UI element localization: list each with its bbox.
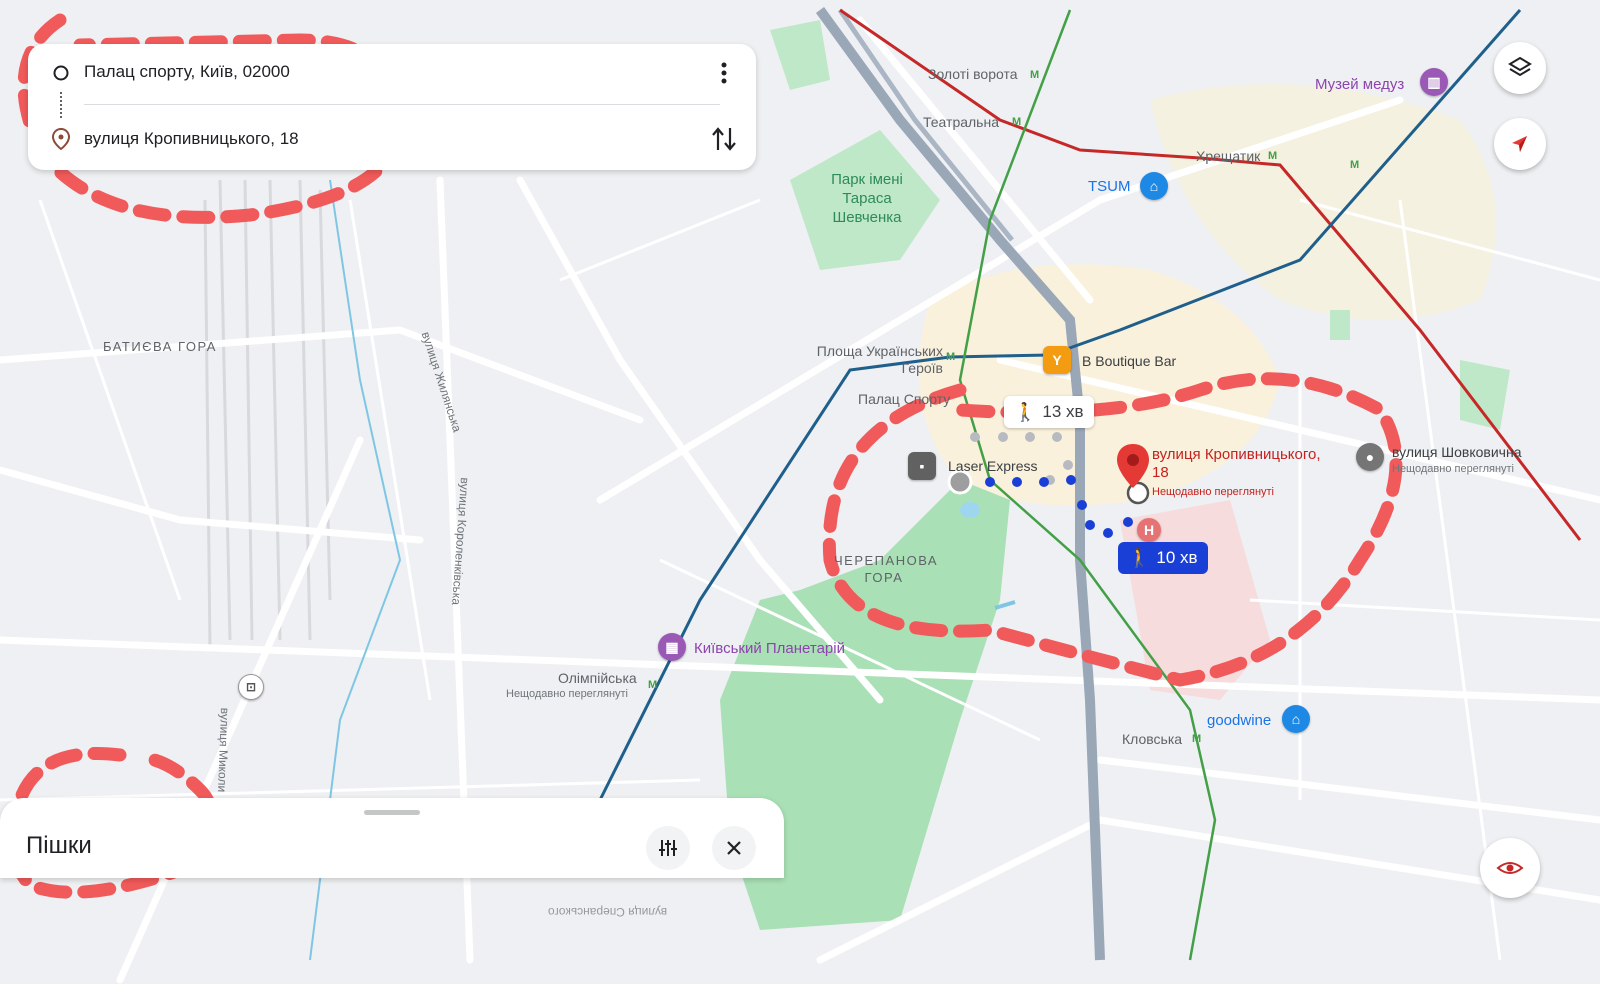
svg-text:M: M: [946, 351, 955, 363]
station-olimpiiska-sublabel: Нещодавно переглянуті: [506, 688, 629, 700]
hospital-icon[interactable]: H: [1137, 518, 1161, 542]
main-route-time-chip[interactable]: 🚶 10 хв: [1118, 542, 1208, 574]
station-teatralna[interactable]: Театральна: [923, 114, 999, 130]
directions-bottom-sheet: Пішки: [0, 798, 784, 878]
origin-field[interactable]: Палац спорту, Київ, 02000: [84, 62, 290, 82]
route-search-card: Палац спорту, Київ, 02000 вулиця Кропивн…: [28, 44, 756, 170]
poi-planetarium[interactable]: Київський Планетарій: [694, 640, 845, 657]
poi-laser-express[interactable]: Laser Express: [948, 458, 1037, 474]
destination-sublabel: Нещодавно переглянуті: [1152, 486, 1275, 498]
svg-text:M: M: [1012, 116, 1021, 128]
compass-button[interactable]: [1494, 118, 1546, 170]
close-button[interactable]: [712, 826, 756, 870]
walk-icon: 🚶: [1014, 401, 1037, 422]
station-olimpiiska[interactable]: Олімпійська: [558, 670, 637, 686]
close-icon: [727, 841, 741, 855]
poi-goodwine[interactable]: goodwine: [1207, 712, 1271, 729]
shopping-bag-icon[interactable]: ⌂: [1140, 172, 1168, 200]
destination-pin-icon[interactable]: [1114, 442, 1152, 492]
poi-boutique-bar[interactable]: B Boutique Bar: [1082, 353, 1176, 369]
bar-icon[interactable]: Y: [1043, 346, 1071, 374]
saved-place-icon[interactable]: ●: [1356, 443, 1384, 471]
station-klovska[interactable]: Кловська: [1122, 731, 1182, 747]
area-cherepanova-gora: ЧЕРЕПАНОВА ГОРА: [834, 553, 939, 585]
alt-route-time: 13 хв: [1042, 402, 1084, 421]
more-vert-icon[interactable]: [714, 60, 734, 86]
swap-icon[interactable]: [710, 124, 738, 154]
svg-text:M: M: [1350, 159, 1359, 171]
svg-text:M: M: [1030, 69, 1039, 81]
tune-icon: [659, 840, 677, 856]
park-shevchenko-label[interactable]: Парк імені Тараса Шевченка: [812, 170, 922, 227]
street-view-button[interactable]: [1480, 838, 1540, 898]
route-connector: [60, 92, 64, 118]
poi-tsum[interactable]: TSUM: [1088, 178, 1131, 195]
travel-mode-title: Пішки: [26, 832, 92, 859]
train-station-icon[interactable]: ⊡: [238, 674, 264, 700]
compass-icon: [1512, 136, 1527, 152]
options-button[interactable]: [646, 826, 690, 870]
station-khreshchatyk[interactable]: Хрещатик: [1196, 148, 1260, 164]
field-divider: [84, 104, 720, 105]
walk-icon: 🚶: [1128, 547, 1151, 568]
museum-icon[interactable]: ▥: [1420, 68, 1448, 96]
area-batyieva-gora: БАТИЄВА ГОРА: [103, 339, 217, 354]
svg-text:M: M: [1268, 150, 1277, 162]
poi-muzei-medusa[interactable]: Музей медуз: [1315, 76, 1404, 93]
layers-button[interactable]: [1494, 42, 1546, 94]
destination-field[interactable]: вулиця Кропивницького, 18: [84, 129, 299, 149]
street-view-icon: [1496, 862, 1524, 874]
planetarium-icon[interactable]: ▦: [658, 633, 686, 661]
station-palats-sportu[interactable]: Палац Спорту: [858, 391, 950, 407]
road-mykoly: вулиця Миколи: [215, 707, 232, 793]
store-icon[interactable]: ▪: [908, 452, 936, 480]
destination-label[interactable]: вулиця Кропивницького, 18: [1152, 446, 1322, 482]
alt-route-time-chip[interactable]: 🚶 13 хв: [1004, 396, 1094, 428]
route-origin-marker: [947, 469, 973, 495]
sheet-drag-handle[interactable]: [364, 810, 420, 815]
road-bottom: вулиця Сперанського: [548, 905, 668, 919]
layers-icon: [1508, 56, 1532, 77]
station-ploshcha[interactable]: Площа Українських Героїв: [808, 343, 943, 377]
poi-shovkovychna[interactable]: вулиця Шовковична: [1392, 444, 1522, 460]
svg-text:M: M: [648, 679, 657, 691]
poi-shovkovychna-sublabel: Нещодавно переглянуті: [1392, 463, 1515, 475]
destination-pin-outline-icon: [51, 128, 71, 150]
origin-circle-icon: [53, 65, 69, 81]
shopping-bag-icon[interactable]: ⌂: [1282, 705, 1310, 733]
svg-text:M: M: [1192, 733, 1201, 745]
main-route-time: 10 хв: [1156, 548, 1198, 567]
station-zoloti-vorota[interactable]: Золоті ворота: [928, 66, 1018, 82]
